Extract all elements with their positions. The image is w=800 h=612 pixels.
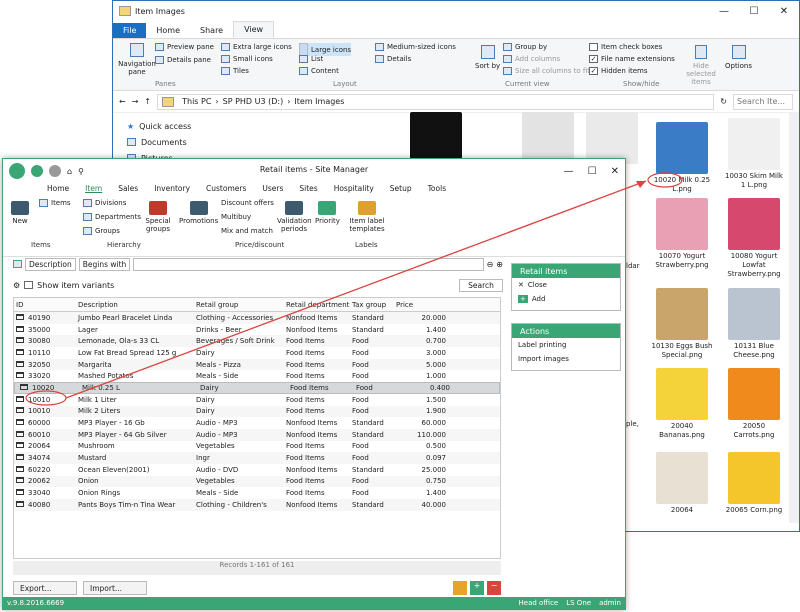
annotation-arrow bbox=[25, 172, 683, 406]
